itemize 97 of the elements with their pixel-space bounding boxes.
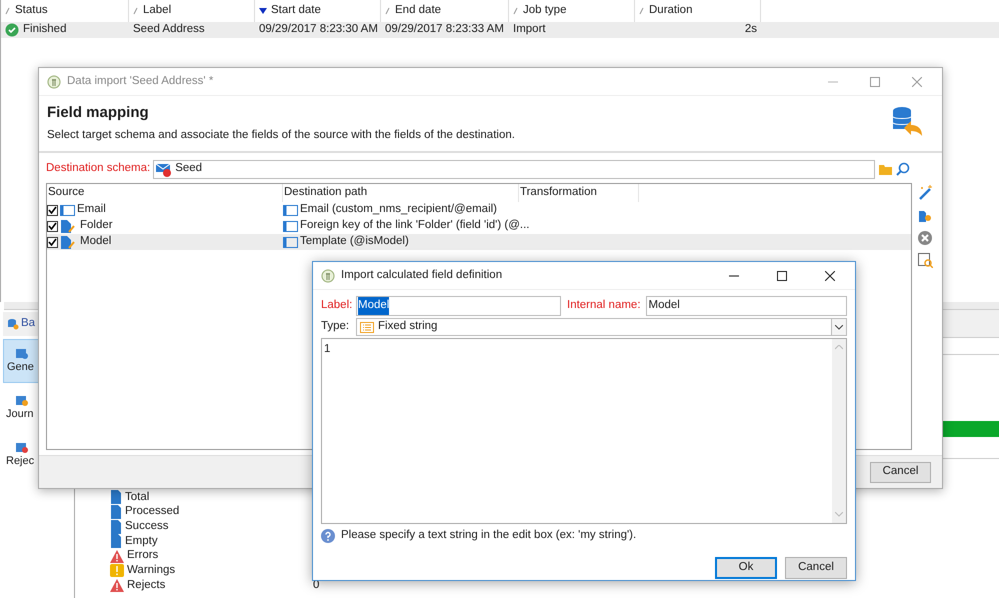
checkbox[interactable] [47, 220, 58, 232]
help-icon [321, 529, 335, 543]
help-text: Please specify a text string in the edit box (ex: 'my string'). [341, 528, 636, 544]
dialog-description: Select target schema and associate the fields of the source with the fields of the destination. [47, 128, 516, 142]
column-label: Job type [523, 3, 566, 18]
table-cell: 2s [744, 23, 757, 36]
check-circle-icon [5, 23, 19, 37]
counter-label: Empty [125, 534, 158, 549]
field-label: Type: [321, 319, 350, 334]
window-title: Import calculated field definition [341, 268, 502, 283]
table-row[interactable]: Model Template (@isModel) [47, 234, 911, 250]
checkbox[interactable] [47, 236, 58, 248]
database-import-icon [892, 106, 924, 138]
document-icon [110, 490, 122, 504]
input-field[interactable]: Model [356, 296, 561, 316]
sidebar-tab[interactable]: Gene [3, 339, 39, 383]
delete-icon [918, 231, 932, 245]
table-cell-text: Template (@isModel) [300, 234, 409, 250]
cancel-button[interactable]: Cancel [785, 557, 847, 579]
table-cell: Seed Address [133, 23, 205, 36]
column-resize-icon [385, 7, 391, 15]
chevron-down-icon [835, 324, 843, 330]
table-cell-text: Finished [23, 22, 66, 38]
counter-label: Processed [125, 504, 180, 520]
table-cell-text: Foreign key of the link 'Folder' (field 'id') (@... [300, 218, 530, 234]
column-header[interactable]: Destination path [283, 184, 519, 202]
counter-label: Success [125, 519, 168, 534]
input-field[interactable]: Model [646, 296, 847, 316]
app-logo-icon [47, 74, 61, 88]
field-label: Label: [321, 298, 351, 314]
preview-icon [918, 253, 933, 268]
calculated-field-icon [918, 208, 933, 223]
type-dropdown[interactable]: Fixed string [356, 318, 847, 336]
table-cell-text: Email [77, 202, 106, 218]
column-label: Start date [271, 3, 321, 18]
database-icon [7, 318, 19, 330]
field-label: Internal name: [567, 298, 641, 314]
column-resize-icon [5, 7, 11, 15]
ok-button[interactable]: Ok [715, 557, 777, 579]
cancel-button[interactable]: Cancel [870, 462, 931, 482]
column-label: Label [143, 3, 172, 18]
warning-triangle-icon [110, 550, 124, 563]
exclamation-icon [110, 564, 124, 578]
column-header[interactable]: Source [47, 184, 283, 202]
app-logo-icon [321, 268, 335, 282]
field-icon [283, 236, 298, 248]
document-icon [14, 346, 28, 360]
column-label: Status [15, 3, 48, 18]
search-icon [896, 162, 910, 176]
counter-label: Warnings [127, 563, 176, 578]
magic-wand-icon [918, 185, 933, 200]
table-cell: Import [513, 23, 546, 36]
close-icon [912, 76, 922, 86]
document-icon [110, 534, 122, 548]
field-label: Destination schema: [46, 161, 150, 176]
chevron-up-icon [835, 345, 843, 350]
document-icon [110, 505, 122, 520]
calculated-field-icon [60, 220, 75, 232]
table-cell: 09/29/2017 8:23:30 AM [259, 23, 378, 36]
calculated-field-icon [60, 236, 75, 248]
list-icon [360, 322, 374, 332]
dialog-heading: Field mapping [47, 103, 150, 123]
document-icon [14, 393, 28, 406]
schema-field[interactable]: Seed [153, 160, 875, 178]
document-icon [110, 520, 122, 534]
field-icon [283, 220, 298, 232]
counter-label: Errors [127, 548, 158, 564]
counter-label: Rejects [127, 578, 166, 593]
column-label: End date [395, 3, 442, 18]
counter-label: Total [125, 490, 150, 505]
panel-title: Ba [21, 316, 36, 332]
column-resize-icon [513, 7, 519, 15]
maximize-icon [870, 76, 880, 86]
column-header[interactable]: Transformation [519, 184, 639, 202]
table-row[interactable]: Finished Seed Address 09/29/2017 8:23:30 AM 09/29/2017 8:23:33 AM Import 2s [1, 22, 999, 38]
checkbox[interactable] [47, 204, 58, 216]
field-icon [60, 204, 75, 216]
table-cell-text: Folder [80, 218, 113, 234]
maximize-icon [777, 270, 787, 280]
close-icon [825, 270, 835, 280]
column-label: Duration [649, 3, 692, 18]
table-row[interactable]: Email Email (custom_nms_recipient/@email) [47, 202, 911, 218]
warning-triangle-icon [110, 578, 124, 592]
table-row[interactable]: Folder Foreign key of the link 'Folder' (field 'id') (@... [47, 218, 911, 234]
sort-descending-icon [259, 7, 267, 15]
schema-icon [156, 162, 172, 176]
table-cell-text: Email (custom_nms_recipient/@email) [300, 202, 498, 218]
document-icon [14, 440, 28, 454]
window-title: Data import 'Seed Address' * [67, 74, 214, 89]
expression-editor[interactable]: 1 [321, 338, 847, 524]
table-cell-text: Model [80, 234, 112, 250]
table-cell: 09/29/2017 8:23:33 AM [385, 23, 504, 36]
column-resize-icon [639, 7, 645, 15]
field-icon [283, 204, 298, 216]
chevron-down-icon [835, 512, 843, 517]
column-resize-icon [133, 7, 139, 15]
folder-icon [878, 162, 893, 176]
